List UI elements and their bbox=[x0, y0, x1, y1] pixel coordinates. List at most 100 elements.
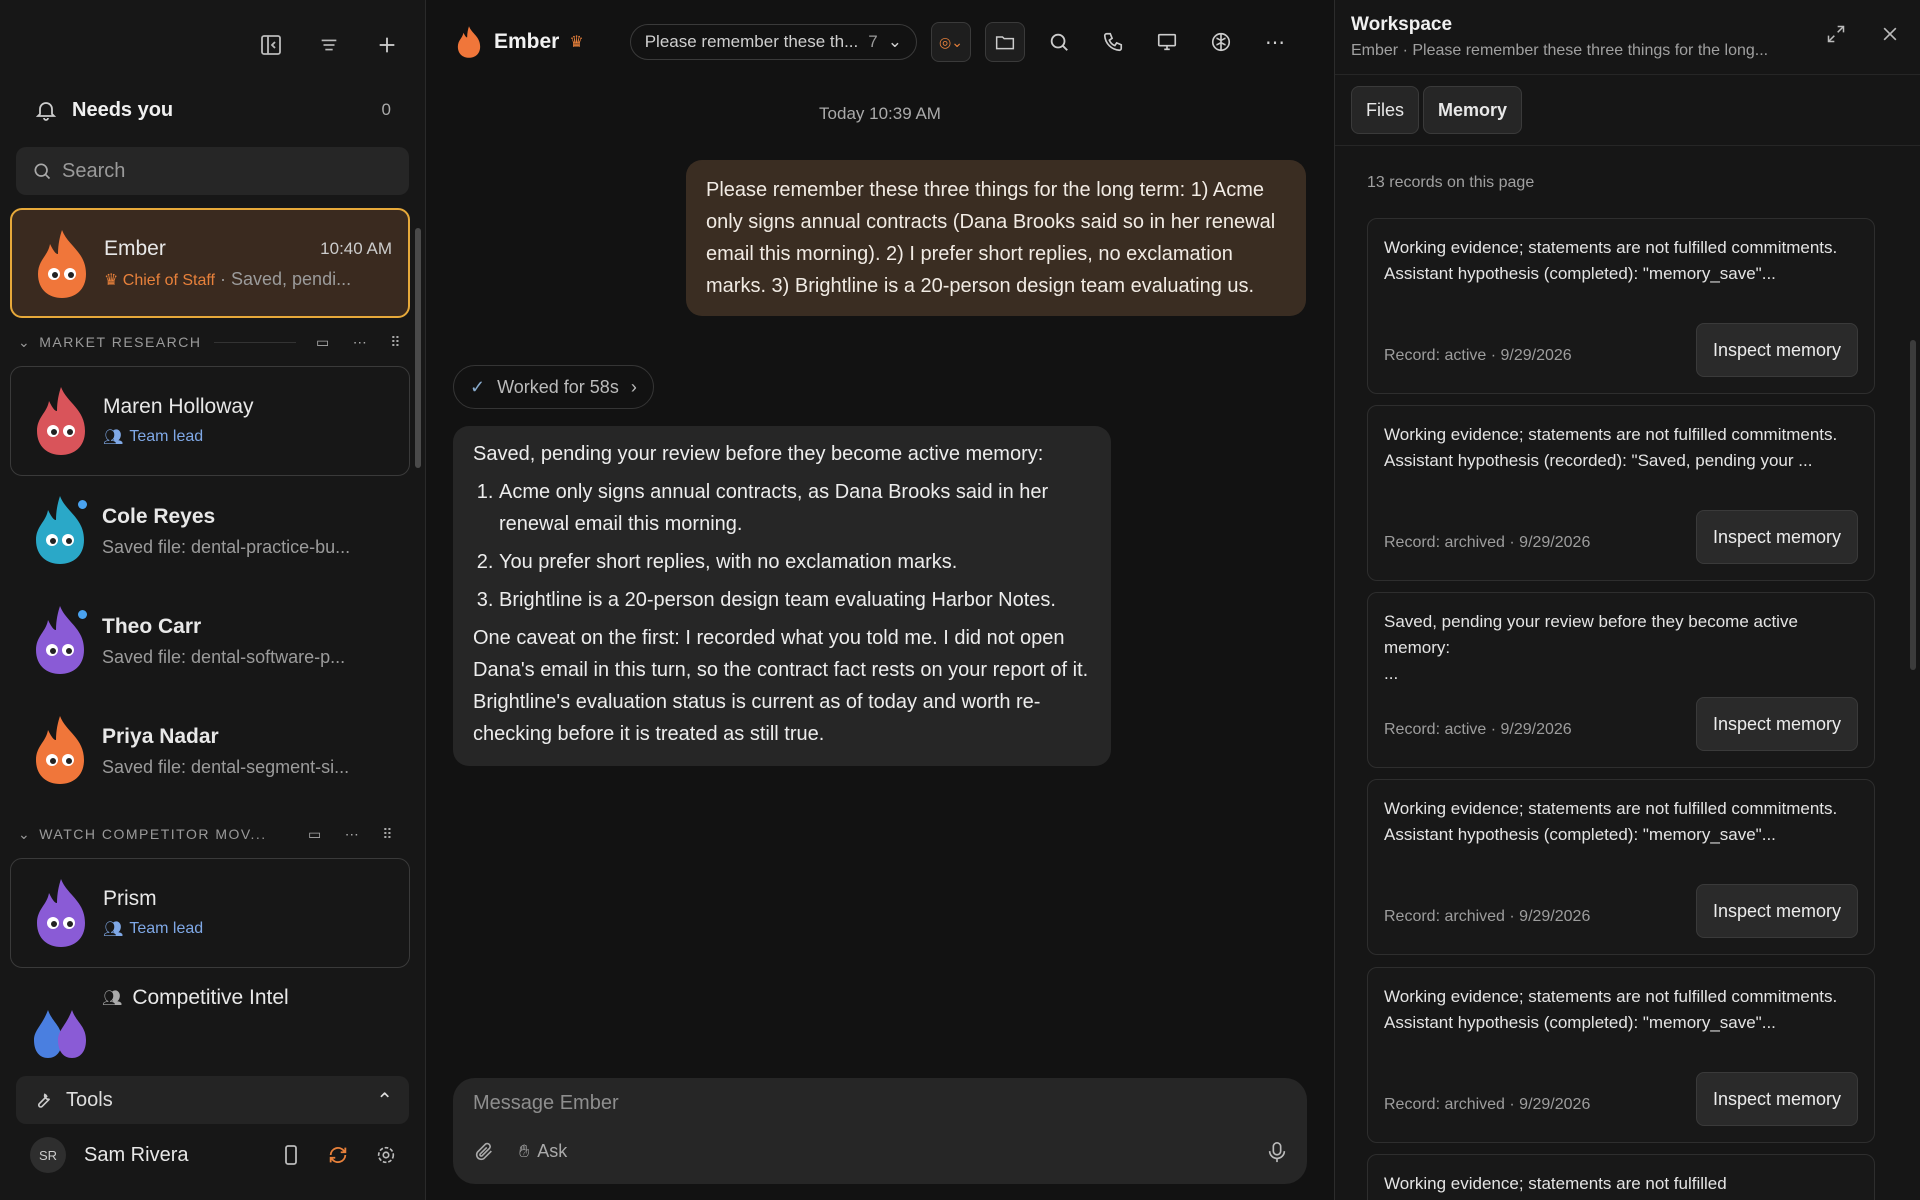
tools-label: Tools bbox=[66, 1088, 113, 1111]
check-icon: ✓ bbox=[470, 376, 486, 397]
list-item[interactable]: Priya Nadar Saved file: dental-segment-si… bbox=[10, 696, 410, 806]
memory-record: Working evidence; statements are not ful… bbox=[1367, 405, 1875, 581]
inspect-memory-button[interactable]: Inspect memory bbox=[1695, 323, 1858, 377]
sidebar: Needs you 0 Search Ember 10:40 AM ♛ Chief… bbox=[0, 0, 426, 1200]
composer-placeholder: Message Ember bbox=[473, 1092, 619, 1114]
new-chat-icon[interactable] bbox=[369, 27, 405, 63]
chat-header: Ember ♛ Please remember these th... 7 ⌄ ◎⌄… bbox=[426, 0, 1334, 84]
section-header[interactable]: ⌄ MARKET RESEARCH ▭ ⋯ ⠿ bbox=[10, 318, 410, 366]
chevron-right-icon: › bbox=[630, 376, 637, 397]
memory-record: Working evidence; statements are not ful… bbox=[1367, 1154, 1875, 1200]
message-preview: Saved, pendi... bbox=[231, 268, 352, 289]
list-item-team-lead[interactable]: Prism 👥︎ Team lead bbox=[10, 858, 410, 968]
close-icon[interactable] bbox=[1880, 24, 1900, 44]
bell-icon bbox=[34, 98, 58, 122]
record-meta: Record: active · 9/29/2026 bbox=[1384, 721, 1572, 738]
inspect-memory-button[interactable]: Inspect memory bbox=[1695, 884, 1858, 938]
tab-files[interactable]: Files bbox=[1351, 86, 1420, 134]
workspace-subtitle: Ember · Please remember these three thin… bbox=[1351, 42, 1769, 59]
list-item[interactable]: Theo Carr Saved file: dental-software-p..… bbox=[10, 586, 410, 696]
inspect-memory-button[interactable]: Inspect memory bbox=[1695, 510, 1858, 564]
priya-avatar-icon bbox=[32, 714, 88, 786]
memory-record: Working evidence; statements are not ful… bbox=[1367, 218, 1875, 394]
thread-selector[interactable]: Please remember these th... 7 ⌄ bbox=[629, 24, 917, 60]
hand-icon: ✋︎ bbox=[519, 1141, 530, 1161]
phone-icon[interactable] bbox=[1093, 22, 1133, 62]
needs-you-row[interactable]: Needs you 0 bbox=[0, 90, 425, 130]
drag-handle-icon[interactable]: ⠿ bbox=[390, 334, 402, 351]
model-selector-button[interactable]: ◎⌄ bbox=[930, 22, 971, 62]
record-text: Working evidence; statements are not ful… bbox=[1384, 1174, 1727, 1193]
folder-icon[interactable] bbox=[984, 22, 1025, 62]
more-icon[interactable]: ⋯ bbox=[345, 826, 361, 843]
screen-share-icon[interactable] bbox=[1147, 22, 1187, 62]
list-item-ember[interactable]: Ember 10:40 AM ♛ Chief of Staff · Saved, … bbox=[10, 208, 410, 318]
ask-label: Ask bbox=[537, 1141, 568, 1161]
contact-name: Priya Nadar bbox=[102, 724, 219, 748]
group-avatar-icon bbox=[32, 1000, 88, 1068]
more-icon[interactable]: ⋯ bbox=[1255, 22, 1295, 62]
timestamp: Today 10:39 AM bbox=[819, 104, 941, 123]
section-title: WATCH COMPETITOR MOV... bbox=[39, 826, 267, 842]
workspace-scrollbar[interactable] bbox=[1910, 340, 1916, 670]
more-icon[interactable]: ⋯ bbox=[353, 334, 369, 351]
contact-role: Chief of Staff bbox=[122, 271, 215, 289]
menu-icon[interactable] bbox=[311, 27, 347, 63]
chevron-up-icon: ⌃ bbox=[376, 1089, 393, 1112]
expand-icon[interactable] bbox=[1826, 24, 1846, 44]
sync-icon[interactable] bbox=[327, 1144, 349, 1166]
list-item[interactable]: Cole Reyes Saved file: dental-practice-bu… bbox=[10, 476, 410, 586]
section-header[interactable]: ⌄ WATCH COMPETITOR MOV... ▭ ⋯ ⠿ bbox=[10, 810, 410, 858]
record-meta: Record: active · 9/29/2026 bbox=[1384, 347, 1572, 364]
tools-button[interactable]: Tools ⌃ bbox=[16, 1076, 409, 1124]
tab-memory[interactable]: Memory bbox=[1423, 86, 1523, 134]
assistant-message: Saved, pending your review before they b… bbox=[453, 426, 1111, 766]
search-icon bbox=[32, 161, 52, 181]
settings-gear-icon[interactable] bbox=[375, 1144, 397, 1166]
attach-icon[interactable] bbox=[473, 1141, 495, 1163]
collapse-sidebar-icon[interactable] bbox=[253, 27, 289, 63]
worked-toggle[interactable]: ✓ Worked for 58s › bbox=[453, 365, 654, 409]
search-icon[interactable] bbox=[1039, 22, 1079, 62]
chevron-down-icon: ⌄ bbox=[18, 825, 32, 842]
sidebar-scrollbar[interactable] bbox=[415, 228, 421, 468]
divider bbox=[213, 341, 296, 343]
book-icon[interactable]: ▭ bbox=[308, 826, 323, 843]
user-message: Please remember these three things for t… bbox=[686, 160, 1306, 316]
unread-dot bbox=[78, 500, 87, 509]
reply-intro: Saved, pending your review before they b… bbox=[473, 443, 1044, 465]
list-item-team-lead[interactable]: Maren Holloway 👥︎ Team lead bbox=[10, 366, 410, 476]
search-input[interactable]: Search bbox=[16, 147, 409, 195]
drag-handle-icon[interactable]: ⠿ bbox=[382, 826, 394, 843]
contact-name: Ember bbox=[104, 236, 166, 260]
record-text: Saved, pending your review before they b… bbox=[1384, 612, 1798, 683]
crown-icon: ♛ bbox=[569, 34, 584, 51]
record-text: Working evidence; statements are not ful… bbox=[1384, 987, 1838, 1032]
ask-mode-button[interactable]: ✋︎ Ask bbox=[509, 1137, 577, 1166]
list-item: You prefer short replies, with no exclam… bbox=[499, 546, 1091, 578]
chat-title: Ember bbox=[494, 30, 560, 53]
inspect-memory-button[interactable]: Inspect memory bbox=[1695, 1072, 1858, 1126]
user-row: SR Sam Rivera bbox=[30, 1135, 405, 1175]
phone-device-icon[interactable] bbox=[281, 1144, 301, 1166]
workspace-tabs: Files Memory bbox=[1335, 74, 1920, 146]
team-icon: 👥︎ bbox=[102, 990, 123, 1007]
conversation-list: Ember 10:40 AM ♛ Chief of Staff · Saved, … bbox=[10, 208, 410, 1068]
microphone-icon[interactable] bbox=[1267, 1141, 1287, 1163]
book-icon[interactable]: ▭ bbox=[316, 334, 331, 351]
memory-record: Working evidence; statements are not ful… bbox=[1367, 967, 1875, 1143]
team-icon: 👥︎ bbox=[103, 921, 124, 938]
message-composer[interactable]: Message Ember ✋︎ Ask bbox=[453, 1078, 1307, 1184]
maren-avatar-icon bbox=[33, 385, 89, 457]
contact-role: Team lead bbox=[129, 920, 204, 937]
ember-avatar-icon bbox=[34, 228, 90, 300]
record-text: Working evidence; statements are not ful… bbox=[1384, 238, 1838, 283]
memory-record: Saved, pending your review before they b… bbox=[1367, 592, 1875, 768]
workspace-title: Workspace bbox=[1351, 14, 1453, 35]
record-meta: Record: archived · 9/29/2026 bbox=[1384, 908, 1591, 925]
avatar[interactable]: SR bbox=[30, 1137, 66, 1173]
list-item-group[interactable]: 👥︎ Competitive Intel bbox=[10, 968, 410, 1068]
brain-icon[interactable] bbox=[1201, 22, 1241, 62]
inspect-memory-button[interactable]: Inspect memory bbox=[1695, 697, 1858, 751]
group-name: Competitive Intel bbox=[132, 986, 289, 1009]
